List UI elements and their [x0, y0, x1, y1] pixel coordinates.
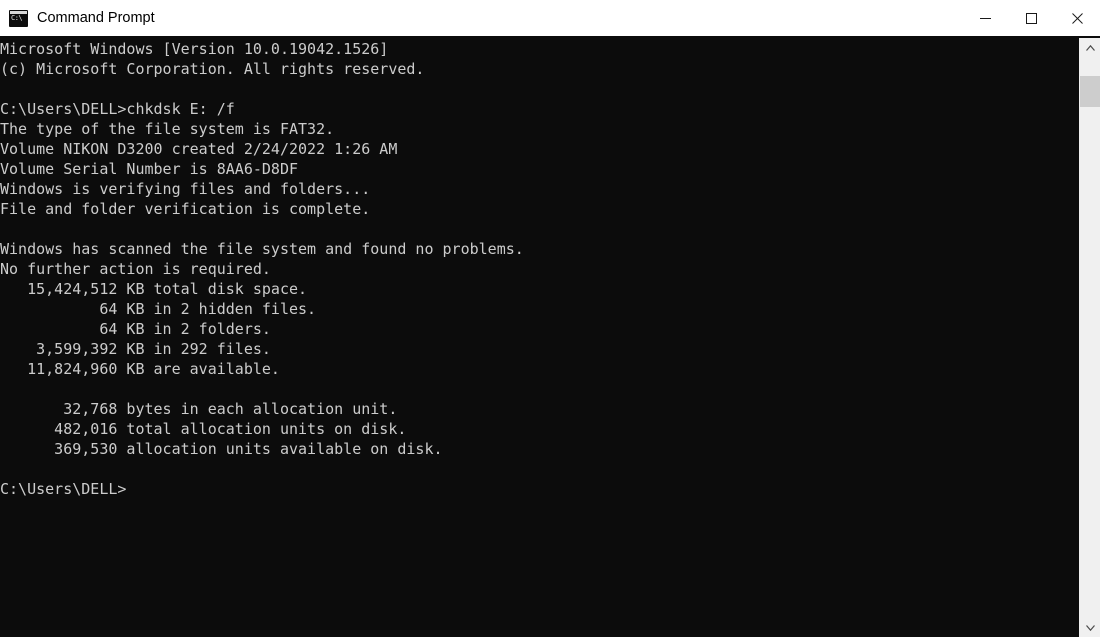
- scroll-down-button[interactable]: [1080, 618, 1100, 637]
- console-output[interactable]: Microsoft Windows [Version 10.0.19042.15…: [0, 38, 1079, 637]
- minimize-icon: [979, 17, 991, 19]
- minimize-button[interactable]: [962, 0, 1008, 36]
- command-prompt-window: C:\ Command Prompt Microsoft Windows [Ve…: [0, 0, 1100, 637]
- window-title: Command Prompt: [37, 10, 155, 26]
- console-line: (c) Microsoft Corporation. All rights re…: [0, 60, 425, 78]
- console-line: 64 KB in 2 hidden files.: [0, 300, 317, 318]
- console-line: 32,768 bytes in each allocation unit.: [0, 400, 398, 418]
- console-line: No further action is required.: [0, 260, 271, 278]
- console-area[interactable]: Microsoft Windows [Version 10.0.19042.15…: [0, 38, 1100, 637]
- close-button[interactable]: [1054, 0, 1100, 36]
- maximize-button[interactable]: [1008, 0, 1054, 36]
- console-line: 369,530 allocation units available on di…: [0, 440, 443, 458]
- scrollbar-thumb[interactable]: [1080, 76, 1100, 107]
- console-line: Windows is verifying files and folders..…: [0, 180, 371, 198]
- console-scrollbar[interactable]: [1079, 38, 1100, 637]
- console-line: 11,824,960 KB are available.: [0, 360, 280, 378]
- title-bar-left: C:\ Command Prompt: [0, 9, 962, 27]
- console-line: 482,016 total allocation units on disk.: [0, 420, 407, 438]
- console-line: The type of the file system is FAT32.: [0, 120, 335, 138]
- command-prompt-icon: C:\: [9, 9, 28, 27]
- console-line: Windows has scanned the file system and …: [0, 240, 524, 258]
- command-prompt-icon-glyph: C:\: [11, 13, 23, 22]
- scroll-up-arrow-icon: [1085, 44, 1095, 51]
- maximize-icon: [1025, 12, 1037, 24]
- console-line: Microsoft Windows [Version 10.0.19042.15…: [0, 40, 389, 58]
- console-line: Volume Serial Number is 8AA6-D8DF: [0, 160, 299, 178]
- console-line: File and folder verification is complete…: [0, 200, 371, 218]
- window-controls: [962, 0, 1100, 36]
- close-icon: [1071, 12, 1083, 24]
- title-bar[interactable]: C:\ Command Prompt: [0, 0, 1100, 36]
- scroll-down-arrow-icon: [1085, 624, 1095, 631]
- console-line: C:\Users\DELL>chkdsk E: /f: [0, 100, 235, 118]
- console-line: 64 KB in 2 folders.: [0, 320, 271, 338]
- console-line: 3,599,392 KB in 292 files.: [0, 340, 271, 358]
- console-line: 15,424,512 KB total disk space.: [0, 280, 308, 298]
- scrollbar-track[interactable]: [1080, 57, 1100, 618]
- scroll-up-button[interactable]: [1080, 38, 1100, 57]
- console-line: Volume NIKON D3200 created 2/24/2022 1:2…: [0, 140, 398, 158]
- console-line: C:\Users\DELL>: [0, 480, 127, 498]
